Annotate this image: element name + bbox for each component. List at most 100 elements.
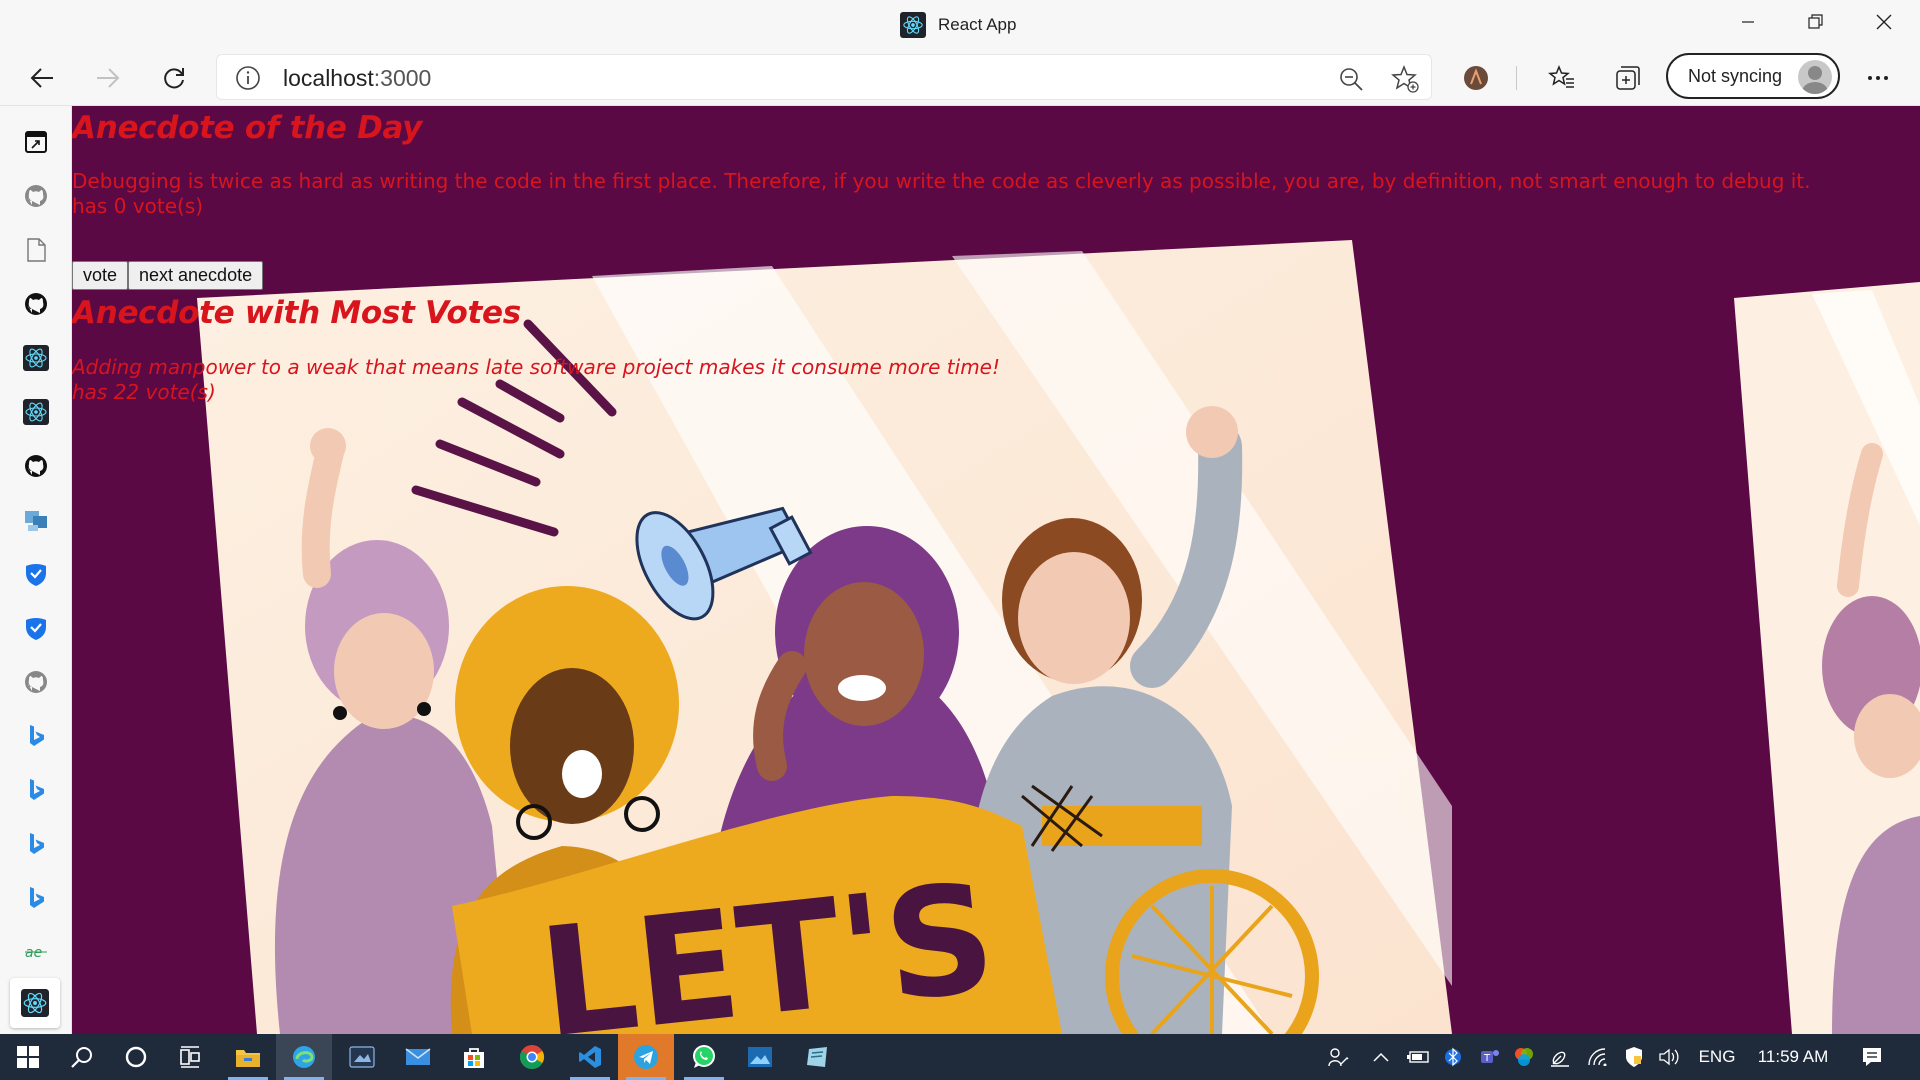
svg-text:T: T bbox=[1483, 1053, 1491, 1064]
bing-icon bbox=[30, 779, 44, 800]
refresh-button[interactable] bbox=[154, 58, 194, 98]
taskbar-store[interactable] bbox=[446, 1034, 502, 1080]
url-text[interactable]: localhost:3000 bbox=[283, 65, 431, 92]
volume-icon[interactable] bbox=[1654, 1034, 1686, 1080]
task-view-icon bbox=[180, 1046, 200, 1068]
web-icon bbox=[25, 511, 47, 531]
sidebar-item-react-2[interactable] bbox=[16, 392, 56, 432]
language-indicator[interactable]: ENG bbox=[1690, 1034, 1744, 1080]
title-bar: React App bbox=[0, 0, 1920, 48]
url-port: :3000 bbox=[373, 65, 432, 91]
sidebar-item-github[interactable] bbox=[16, 176, 56, 216]
minimize-button[interactable] bbox=[1714, 4, 1782, 40]
people-tray-icon[interactable] bbox=[1320, 1034, 1356, 1080]
teams-icon[interactable]: T bbox=[1474, 1034, 1506, 1080]
windows-icon bbox=[17, 1046, 39, 1068]
address-bar[interactable]: localhost:3000 bbox=[216, 54, 1432, 100]
sync-status-button[interactable]: Not syncing bbox=[1666, 53, 1840, 99]
github-icon bbox=[25, 455, 47, 477]
sidebar-item-react[interactable] bbox=[16, 338, 56, 378]
start-button[interactable] bbox=[0, 1034, 56, 1080]
store-icon bbox=[464, 1048, 484, 1068]
taskbar-whatsapp[interactable] bbox=[676, 1034, 732, 1080]
sidebar-item-bing-3[interactable] bbox=[16, 824, 56, 864]
sidebar-item-file[interactable] bbox=[16, 230, 56, 270]
collections-button[interactable] bbox=[1608, 58, 1648, 98]
notes-icon bbox=[807, 1047, 827, 1067]
security-shield-icon[interactable] bbox=[1618, 1034, 1650, 1080]
chrome-icon bbox=[519, 1045, 545, 1070]
chevron-up-icon[interactable] bbox=[1366, 1034, 1396, 1080]
info-icon[interactable] bbox=[235, 65, 261, 91]
bluetooth-icon[interactable] bbox=[1438, 1034, 1468, 1080]
close-icon bbox=[1876, 14, 1892, 30]
extension-avatar-icon bbox=[1464, 66, 1488, 90]
back-arrow-icon bbox=[30, 68, 53, 88]
sidebar-item-bing[interactable] bbox=[16, 716, 56, 756]
navigation-bar: localhost:3000 Not syncing bbox=[0, 48, 1920, 106]
photo-editor-icon bbox=[349, 1046, 375, 1068]
wifi-icon[interactable] bbox=[1582, 1034, 1614, 1080]
sidebar-item-github-3[interactable] bbox=[16, 446, 56, 486]
favorites-icon bbox=[1548, 65, 1574, 88]
restore-icon bbox=[1808, 14, 1823, 29]
sidebar-item-ae[interactable]: ae bbox=[16, 932, 56, 972]
folder-icon bbox=[236, 1050, 260, 1067]
avatar bbox=[1798, 60, 1832, 94]
zoom-out-icon[interactable] bbox=[1335, 63, 1367, 95]
battery-icon[interactable] bbox=[1400, 1034, 1436, 1080]
more-button[interactable] bbox=[1858, 58, 1898, 98]
cortana-button[interactable] bbox=[108, 1034, 164, 1080]
taskbar-file-explorer[interactable] bbox=[220, 1034, 276, 1080]
taskbar-vscode[interactable] bbox=[562, 1034, 618, 1080]
add-favorite-icon[interactable] bbox=[1389, 63, 1421, 95]
taskbar: T ENG 11:59 AM bbox=[0, 1034, 1920, 1080]
sidebar-rail: ae bbox=[0, 106, 72, 1034]
taskbar-app-photo[interactable] bbox=[334, 1034, 390, 1080]
next-anecdote-button[interactable]: next anecdote bbox=[128, 261, 264, 290]
github-icon bbox=[25, 671, 47, 693]
color-app-icon[interactable] bbox=[1508, 1034, 1540, 1080]
bing-icon bbox=[30, 887, 44, 908]
notification-icon[interactable] bbox=[1852, 1034, 1892, 1080]
sidebar-item-react-active[interactable] bbox=[10, 978, 60, 1028]
sidebar-item-web[interactable] bbox=[16, 500, 56, 540]
back-button[interactable] bbox=[22, 58, 62, 98]
taskbar-chrome[interactable] bbox=[504, 1034, 560, 1080]
sidebar-item-github-2[interactable] bbox=[16, 284, 56, 324]
edge-icon bbox=[293, 1046, 315, 1068]
app-icon bbox=[25, 131, 47, 153]
restore-button[interactable] bbox=[1782, 4, 1850, 40]
sidebar-item-shield[interactable] bbox=[16, 554, 56, 594]
taskbar-telegram[interactable] bbox=[618, 1034, 674, 1080]
sidebar-item-shield-2[interactable] bbox=[16, 608, 56, 648]
taskbar-mail[interactable] bbox=[390, 1034, 446, 1080]
photos-icon bbox=[748, 1047, 772, 1067]
react-icon bbox=[900, 12, 926, 38]
heading-anecdote-most-votes: Anecdote with Most Votes bbox=[72, 295, 521, 331]
taskbar-photos[interactable] bbox=[732, 1034, 788, 1080]
forward-button[interactable] bbox=[88, 58, 128, 98]
taskbar-edge[interactable] bbox=[276, 1034, 332, 1080]
ae-icon: ae bbox=[25, 945, 47, 961]
sidebar-item-bing-2[interactable] bbox=[16, 770, 56, 810]
sidebar-item-bing-4[interactable] bbox=[16, 878, 56, 918]
window-title-text: React App bbox=[938, 15, 1017, 34]
close-button[interactable] bbox=[1850, 4, 1918, 40]
sidebar-item-github-4[interactable] bbox=[16, 662, 56, 702]
sidebar-item-app[interactable] bbox=[16, 122, 56, 162]
search-button[interactable] bbox=[54, 1034, 110, 1080]
vote-button[interactable]: vote bbox=[72, 261, 129, 290]
task-view-button[interactable] bbox=[162, 1034, 218, 1080]
taskbar-notes[interactable] bbox=[790, 1034, 846, 1080]
profile-extension-button[interactable] bbox=[1456, 58, 1496, 98]
minimize-icon bbox=[1742, 21, 1754, 23]
favorites-button[interactable] bbox=[1542, 58, 1582, 98]
react-icon bbox=[23, 345, 49, 371]
bing-icon bbox=[30, 833, 44, 854]
clock[interactable]: 11:59 AM bbox=[1748, 1034, 1838, 1080]
react-icon bbox=[21, 989, 49, 1017]
github-icon bbox=[25, 185, 47, 207]
satellite-icon[interactable] bbox=[1544, 1034, 1576, 1080]
mail-icon bbox=[405, 1048, 431, 1065]
